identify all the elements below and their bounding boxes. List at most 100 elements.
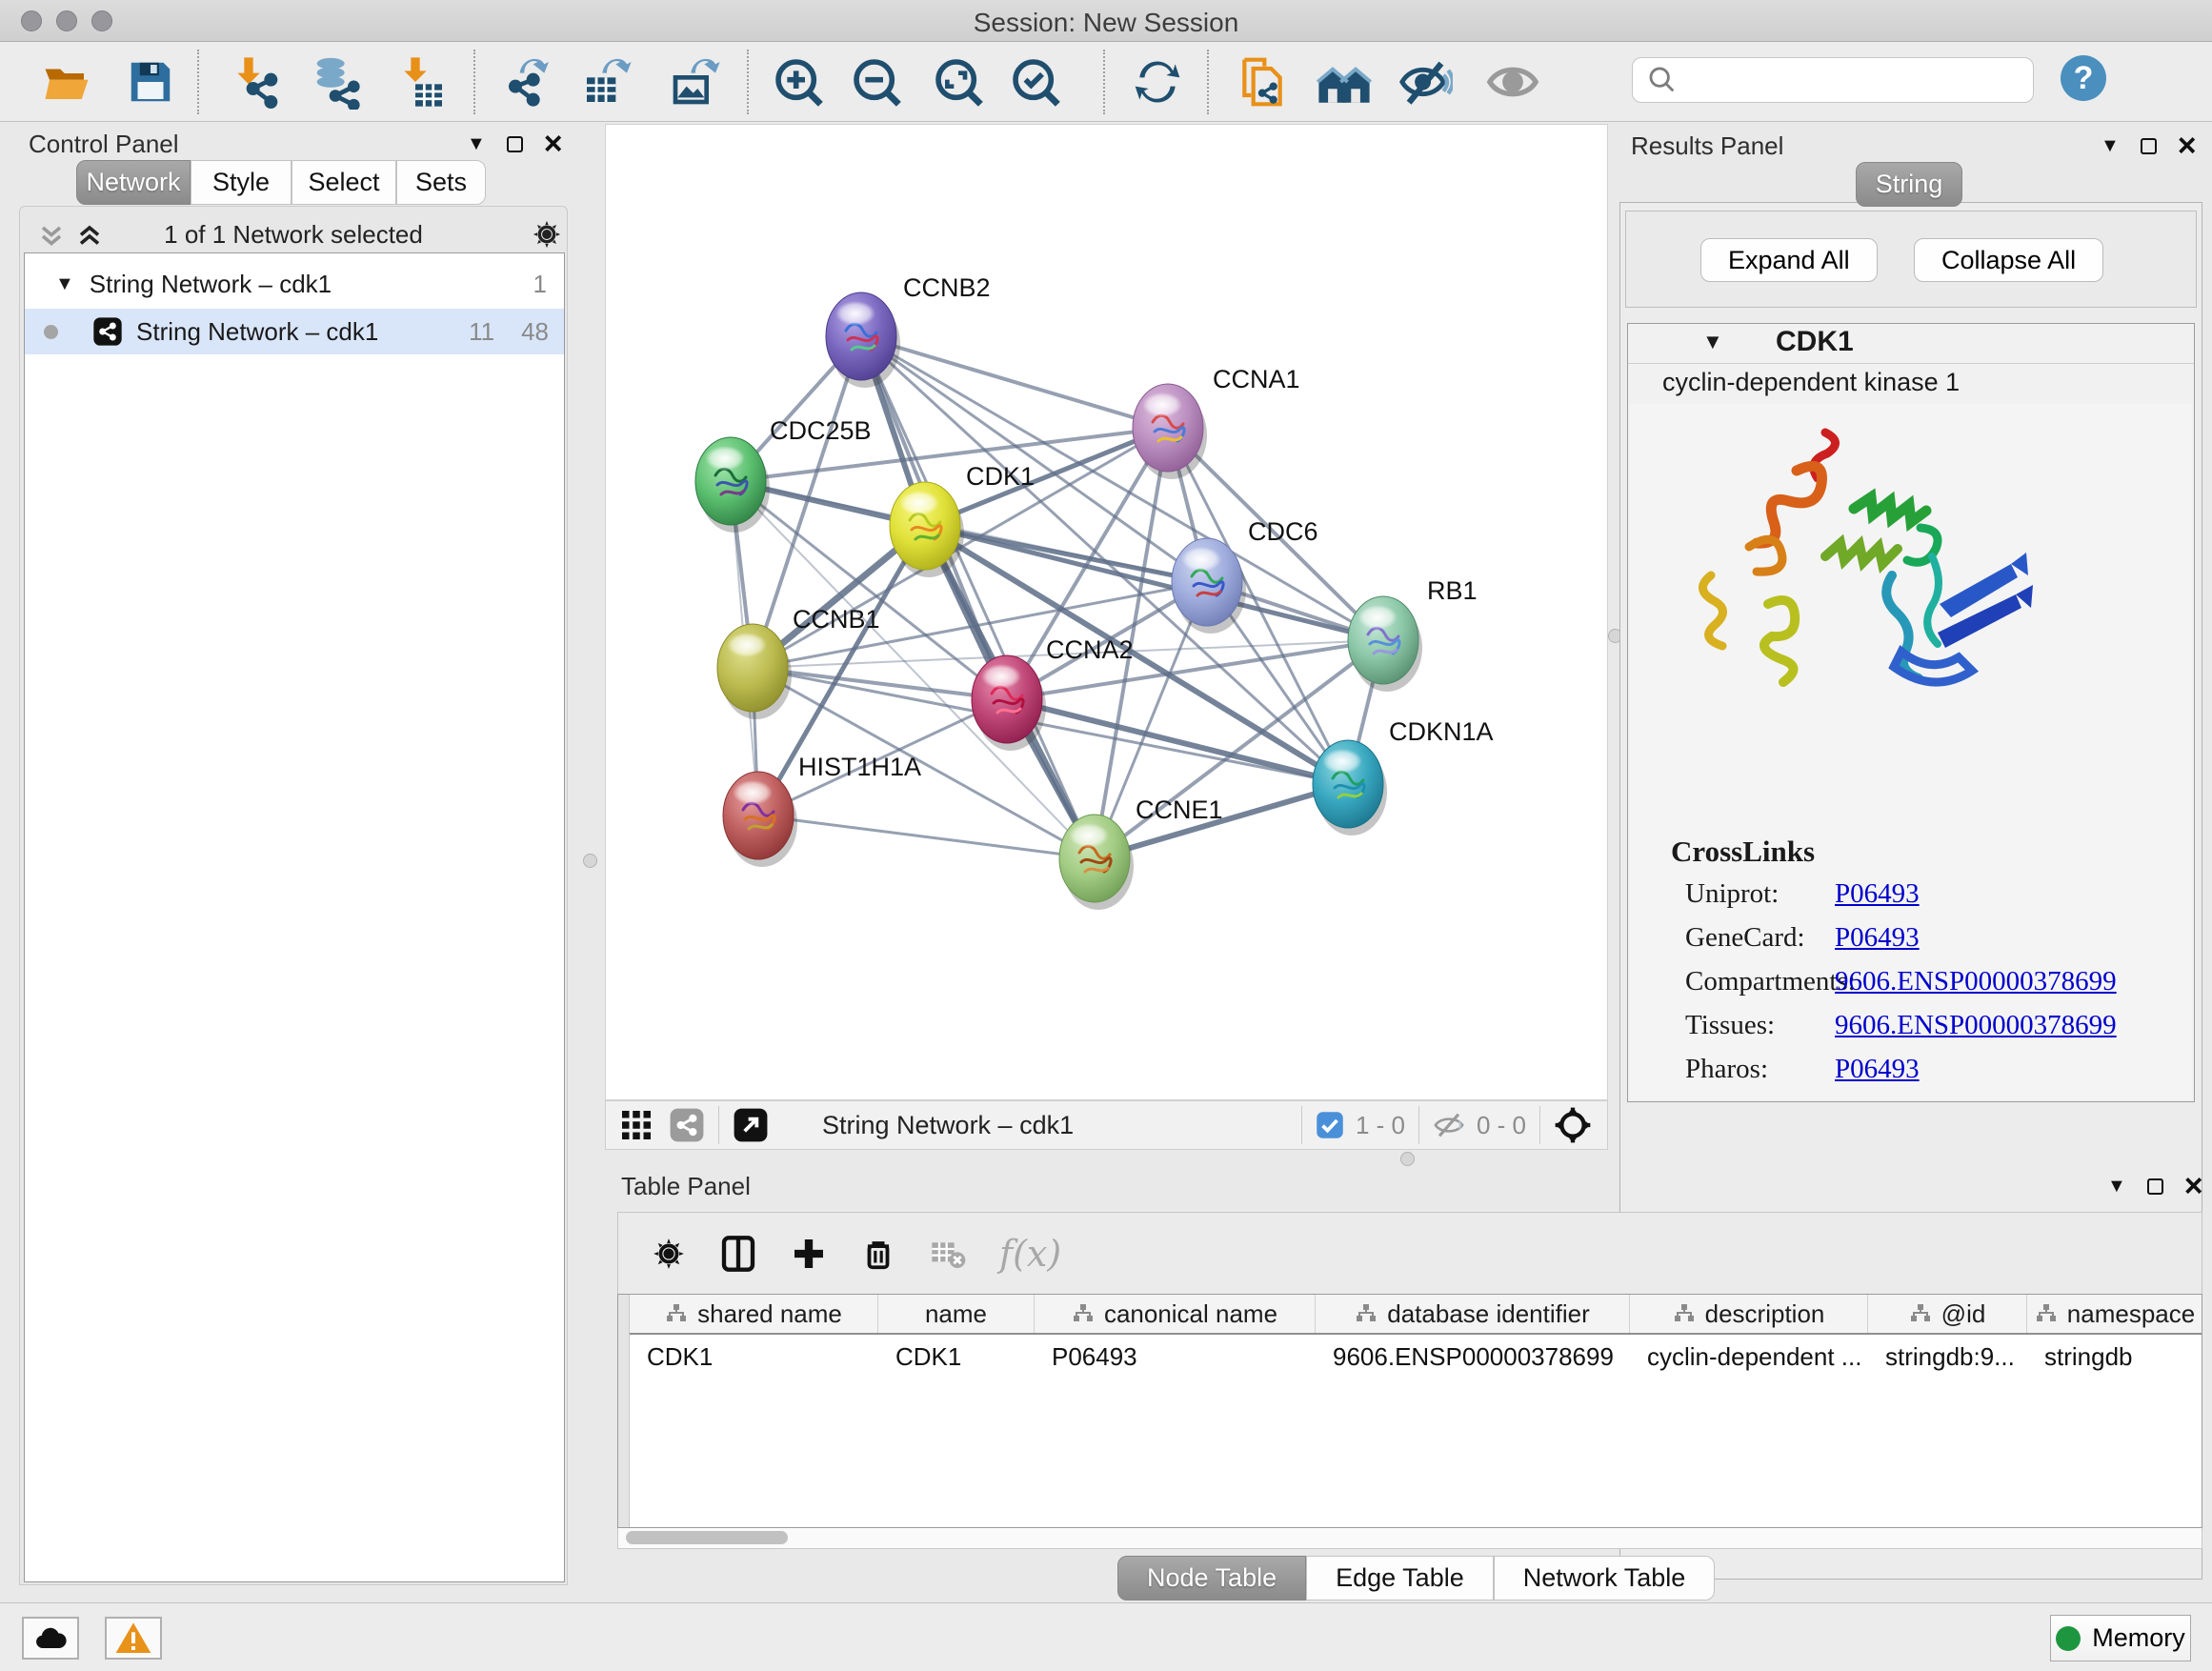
panel-divider-handle[interactable]	[583, 854, 597, 868]
column-header-label: name	[925, 1299, 987, 1329]
column-header-namespace[interactable]: namespace	[2027, 1295, 2202, 1333]
open-session-icon[interactable]	[38, 53, 95, 111]
panel-maximize-icon[interactable]	[507, 136, 523, 152]
table-cell[interactable]: CDK1	[630, 1337, 878, 1377]
network-label: String Network – cdk1	[136, 317, 378, 347]
node-table[interactable]: shared name name canonical namedatabase id…	[617, 1294, 2202, 1528]
column-header-name[interactable]: name	[878, 1295, 1035, 1333]
network-node-HIST1H1A[interactable]: HIST1H1A	[723, 753, 921, 867]
crosslink-link[interactable]: 9606.ENSP00000378699	[1835, 1010, 2117, 1040]
tab-network-table[interactable]: Network Table	[1494, 1556, 1716, 1601]
network-tree: ▼ String Network – cdk1 1 String Network…	[24, 252, 565, 1582]
tab-sets[interactable]: Sets	[396, 160, 486, 205]
panel-maximize-icon[interactable]	[2147, 1178, 2163, 1195]
network-edge[interactable]	[861, 336, 1168, 428]
collection-collapse-icon[interactable]: ▼	[55, 273, 74, 295]
collapse-all-button[interactable]: Collapse All	[1914, 238, 2103, 282]
zoom-selected-icon[interactable]	[1007, 53, 1064, 111]
network-row-selected[interactable]: String Network – cdk1 11 48	[25, 309, 564, 354]
column-header--id[interactable]: @id	[1868, 1295, 2027, 1333]
panel-float-icon[interactable]: ▼	[2107, 1176, 2126, 1198]
cloud-status-button[interactable]	[22, 1617, 79, 1660]
table-panel-title: Table Panel	[621, 1172, 751, 1201]
import-table-icon[interactable]	[393, 53, 451, 111]
network-node-count: 11	[469, 317, 494, 347]
crosslink-link[interactable]: P06493	[1835, 878, 1920, 909]
table-cell[interactable]: stringdb:9...	[1868, 1337, 2027, 1377]
table-cell[interactable]: cyclin-dependent ...	[1630, 1337, 1868, 1377]
network-node-CDKN1A[interactable]: CDKN1A	[1313, 717, 1494, 836]
help-button[interactable]: ?	[2061, 55, 2106, 101]
import-network-database-icon[interactable]	[307, 53, 364, 111]
table-cell[interactable]: CDK1	[878, 1337, 1035, 1377]
column-header-database-identifier[interactable]: database identifier	[1316, 1295, 1630, 1333]
expand-all-button[interactable]: Expand All	[1700, 238, 1878, 282]
table-cell[interactable]: 9606.ENSP00000378699	[1316, 1337, 1630, 1377]
table-cell[interactable]: stringdb	[2027, 1337, 2202, 1377]
tab-select[interactable]: Select	[292, 160, 396, 205]
tab-string[interactable]: String	[1856, 162, 1962, 207]
column-header-label: namespace	[2067, 1299, 2195, 1329]
crosslink-label: Pharos:	[1685, 1054, 1835, 1085]
tab-style[interactable]: Style	[191, 160, 292, 205]
zoom-fit-icon[interactable]	[930, 53, 987, 111]
section-collapse-icon[interactable]: ▼	[1702, 330, 1723, 354]
network-edge[interactable]	[758, 815, 1095, 858]
panel-maximize-icon[interactable]	[2141, 138, 2157, 154]
network-node-CCNE1[interactable]: CCNE1	[1059, 795, 1223, 910]
copy-style-icon[interactable]	[1234, 53, 1291, 111]
hide-panel-icon[interactable]	[1397, 53, 1454, 111]
table-horizontal-scrollbar[interactable]	[617, 1528, 2202, 1549]
column-header-description[interactable]: description	[1630, 1295, 1868, 1333]
panel-close-icon[interactable]: ×	[2184, 1178, 2203, 1195]
gene-section-header[interactable]: ▼ CDK1	[1628, 324, 2194, 364]
show-columns-icon[interactable]	[719, 1235, 757, 1273]
panel-float-icon[interactable]: ▼	[2101, 135, 2120, 157]
import-network-icon[interactable]	[227, 53, 284, 111]
node-label: RB1	[1427, 576, 1478, 605]
tab-network[interactable]: Network	[76, 160, 191, 205]
column-header-shared-name[interactable]: shared name	[630, 1295, 878, 1333]
panel-close-icon[interactable]: ×	[544, 136, 563, 152]
network-share-view-icon[interactable]	[669, 1107, 705, 1143]
network-options-gear-icon[interactable]	[531, 218, 563, 251]
crosslink-link[interactable]: P06493	[1835, 1054, 1920, 1084]
add-column-icon[interactable]	[790, 1235, 828, 1273]
tab-node-table[interactable]: Node Table	[1117, 1556, 1306, 1601]
warning-status-button[interactable]	[105, 1617, 162, 1660]
scrollbar-thumb[interactable]	[626, 1531, 788, 1544]
memory-button[interactable]: Memory	[2050, 1615, 2191, 1661]
search-icon	[1646, 64, 1679, 96]
export-table-icon[interactable]	[578, 53, 635, 111]
zoom-out-icon[interactable]	[848, 53, 905, 111]
network-collection-row[interactable]: ▼ String Network – cdk1 1	[25, 261, 564, 307]
search-input[interactable]	[1690, 66, 2021, 95]
panel-divider-handle[interactable]	[1400, 1152, 1415, 1166]
column-header-canonical-name[interactable]: canonical name	[1035, 1295, 1316, 1333]
hidden-eye-icon	[1433, 1109, 1465, 1141]
panel-close-icon[interactable]: ×	[2178, 138, 2197, 154]
table-settings-icon[interactable]	[651, 1236, 687, 1272]
detach-view-icon[interactable]	[733, 1107, 769, 1143]
tab-edge-table[interactable]: Edge Table	[1306, 1556, 1494, 1601]
search-field[interactable]	[1632, 57, 2034, 103]
network-node-RB1[interactable]: RB1	[1348, 576, 1478, 692]
grid-view-icon[interactable]	[619, 1108, 654, 1142]
zoom-in-icon[interactable]	[770, 53, 827, 111]
crosslink-link[interactable]: 9606.ENSP00000378699	[1835, 966, 2117, 997]
crosslink-link[interactable]: P06493	[1835, 922, 1920, 953]
birds-eye-crosshair-icon[interactable]	[1554, 1106, 1592, 1144]
network-overview-icon[interactable]	[1316, 53, 1373, 111]
delete-column-icon[interactable]	[860, 1236, 896, 1272]
toolbar-separator	[473, 50, 475, 114]
table-cell[interactable]: P06493	[1035, 1337, 1316, 1377]
network-canvas[interactable]: CCNB2CCNA1CDC25BCDK1CDC6RB1CCNB1CCNA2CDK…	[605, 124, 1608, 1100]
show-panel-icon[interactable]	[1484, 53, 1541, 111]
network-node-CCNA1[interactable]: CCNA1	[1133, 365, 1300, 479]
export-image-icon[interactable]	[667, 53, 724, 111]
export-network-icon[interactable]	[500, 53, 557, 111]
panel-float-icon[interactable]: ▼	[467, 133, 486, 155]
refresh-icon[interactable]	[1129, 53, 1186, 111]
selected-checkbox-icon[interactable]	[1316, 1111, 1344, 1139]
save-session-icon[interactable]	[122, 53, 179, 111]
